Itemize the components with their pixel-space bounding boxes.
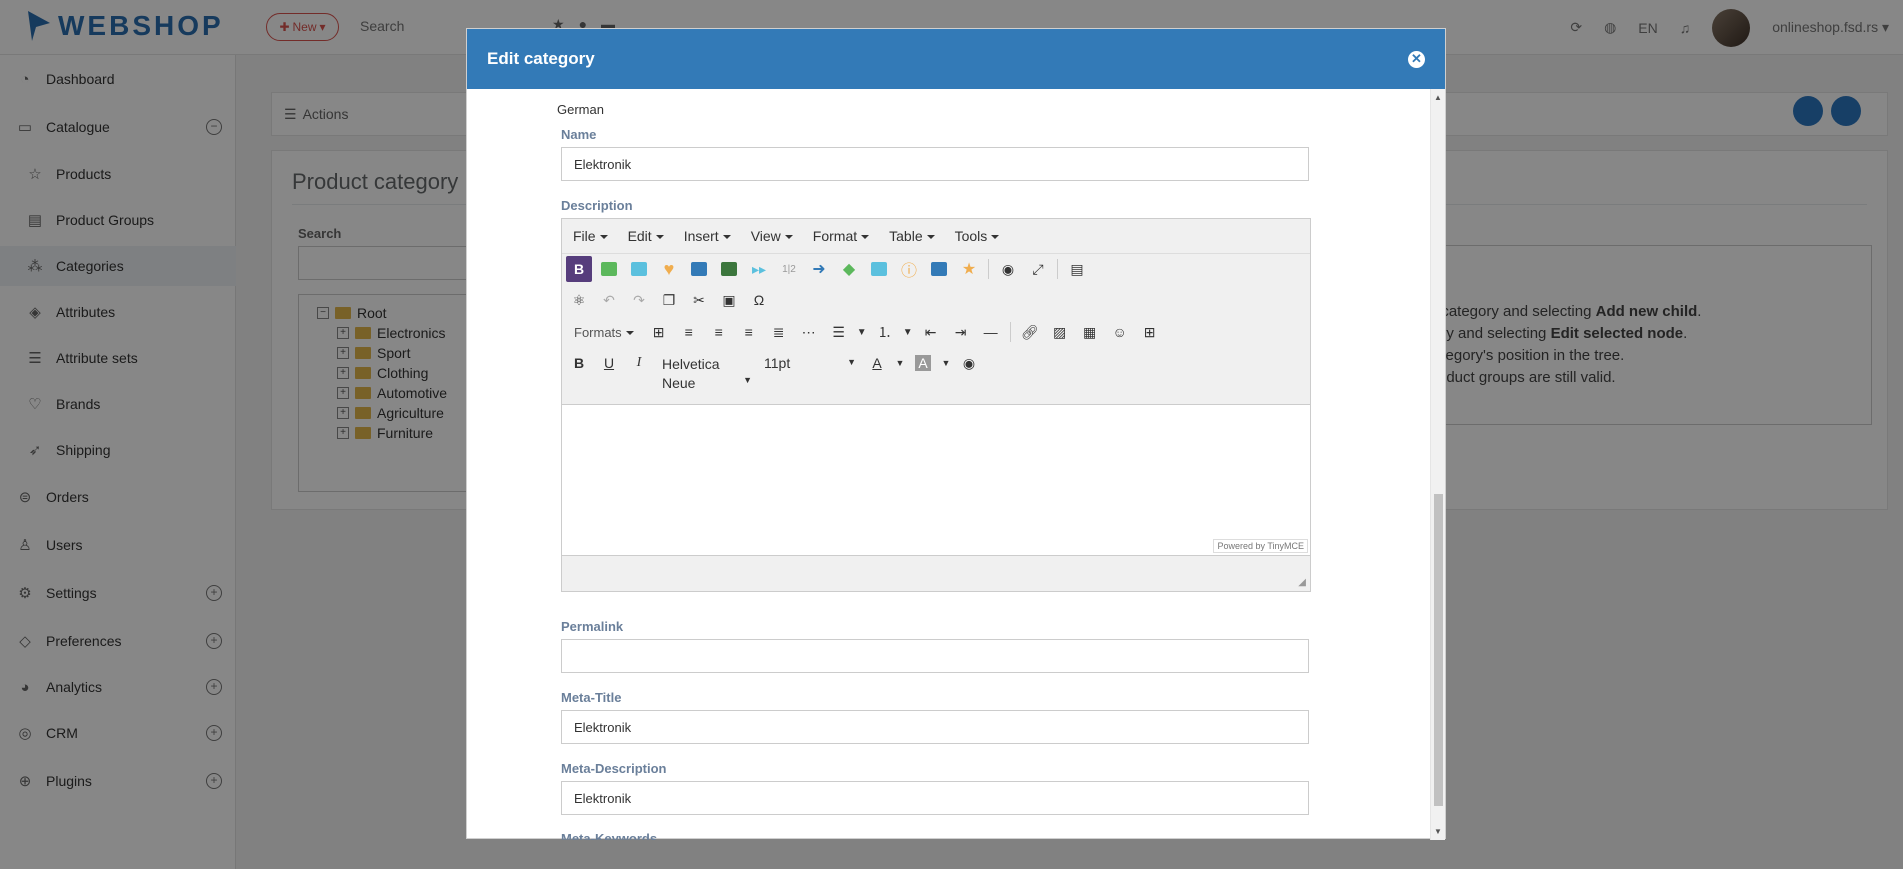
numbered-list-icon[interactable]: ⒈ bbox=[870, 318, 900, 346]
font-family-value: Helvetica Neue bbox=[662, 356, 720, 391]
resize-handle-icon[interactable]: ◢ bbox=[1298, 577, 1306, 588]
underline-icon[interactable]: U bbox=[594, 349, 624, 377]
heart-icon[interactable]: ♥ bbox=[654, 255, 684, 283]
media-icon[interactable]: ▦ bbox=[1075, 318, 1105, 346]
powered-by-label: Powered by TinyMCE bbox=[1213, 539, 1308, 553]
modal-scrollbar[interactable]: ▲ ▼ bbox=[1430, 89, 1445, 840]
label-icon[interactable]: ◆ bbox=[834, 255, 864, 283]
meta-description-label: Meta-Description bbox=[561, 761, 667, 776]
template-icon[interactable] bbox=[714, 255, 744, 283]
toolbar-separator bbox=[1057, 259, 1058, 279]
panel-icon[interactable] bbox=[924, 255, 954, 283]
fullscreen-icon[interactable]: ⤢ bbox=[1023, 255, 1053, 283]
chevron-down-icon[interactable]: ▼ bbox=[900, 318, 916, 346]
menu-edit[interactable]: Edit bbox=[628, 228, 664, 244]
scroll-down-icon[interactable]: ▼ bbox=[1434, 827, 1442, 836]
meta-keywords-label: Meta-Keywords bbox=[561, 831, 658, 840]
meta-title-input-value: Elektronik bbox=[574, 719, 632, 735]
undo-icon[interactable]: ↶ bbox=[594, 286, 624, 314]
editor-content-area[interactable]: Powered by TinyMCE bbox=[562, 404, 1310, 556]
chevron-down-icon[interactable]: ▼ bbox=[938, 349, 954, 377]
editor-toolbar-1: B ♥ ▸▸ 1|2 ➜ ◆ ⓘ ★ ◉ ⤢ ▤ bbox=[564, 255, 1092, 283]
horizontal-rule-icon[interactable]: — bbox=[976, 318, 1006, 346]
editor-toolbar-4: B U I Helvetica Neue ▼ 11pt ▼ A ▼ A ▼ ◉ bbox=[564, 349, 984, 399]
print-icon[interactable]: ▤ bbox=[1062, 255, 1092, 283]
alert-icon[interactable] bbox=[594, 255, 624, 283]
menu-insert[interactable]: Insert bbox=[684, 228, 731, 244]
special-char-icon[interactable]: Ω bbox=[744, 286, 774, 314]
name-input[interactable]: Elektronik bbox=[561, 147, 1309, 181]
name-label: Name bbox=[561, 127, 597, 142]
meta-description-input[interactable]: Elektronik bbox=[561, 781, 1309, 815]
chevron-down-icon: ▼ bbox=[743, 375, 752, 385]
preview-icon[interactable]: ◉ bbox=[954, 349, 984, 377]
align-center-icon[interactable]: ≡ bbox=[704, 318, 734, 346]
paste-icon[interactable]: ▣ bbox=[714, 286, 744, 314]
text-color-icon[interactable]: A bbox=[862, 349, 892, 377]
formats-dropdown[interactable]: Formats bbox=[564, 325, 644, 340]
visual-blocks-icon[interactable]: ⚛ bbox=[564, 286, 594, 314]
italic-icon[interactable]: I bbox=[624, 349, 654, 377]
modal-header: Edit category ✕ bbox=[467, 29, 1445, 89]
description-label: Description bbox=[561, 198, 633, 213]
align-left-icon[interactable]: ≡ bbox=[674, 318, 704, 346]
outdent-icon[interactable]: ⇤ bbox=[916, 318, 946, 346]
pagination-icon[interactable]: 1|2 bbox=[774, 255, 804, 283]
edit-category-modal: Edit category ✕ German Name Elektronik D… bbox=[466, 28, 1446, 840]
scrollbar-thumb[interactable] bbox=[1434, 494, 1443, 806]
meta-title-label: Meta-Title bbox=[561, 690, 622, 705]
permalink-input[interactable] bbox=[561, 639, 1309, 673]
menu-tools[interactable]: Tools bbox=[955, 228, 1000, 244]
font-size-dropdown[interactable]: 11pt ▼ bbox=[754, 349, 862, 377]
menu-file[interactable]: File bbox=[573, 228, 608, 244]
chevron-down-icon[interactable]: ▼ bbox=[892, 349, 908, 377]
preview-icon[interactable]: ◉ bbox=[993, 255, 1023, 283]
modal-body: German Name Elektronik Description File … bbox=[467, 89, 1431, 840]
chevron-down-icon: ▼ bbox=[847, 357, 856, 367]
menu-format[interactable]: Format bbox=[813, 228, 869, 244]
chevron-down-icon[interactable]: ▼ bbox=[854, 318, 870, 346]
button-icon[interactable]: ➜ bbox=[804, 255, 834, 283]
menu-table[interactable]: Table bbox=[889, 228, 934, 244]
star-icon[interactable]: ★ bbox=[954, 255, 984, 283]
font-family-dropdown[interactable]: Helvetica Neue ▼ bbox=[654, 349, 754, 399]
meta-title-input[interactable]: Elektronik bbox=[561, 710, 1309, 744]
table-icon[interactable] bbox=[684, 255, 714, 283]
bold-icon[interactable]: B bbox=[564, 349, 594, 377]
find-replace-icon[interactable]: ⊞ bbox=[644, 318, 674, 346]
redo-icon[interactable]: ↷ bbox=[624, 286, 654, 314]
modal-title: Edit category bbox=[487, 49, 595, 68]
image-icon[interactable] bbox=[624, 255, 654, 283]
emoticons-icon[interactable]: ☺ bbox=[1105, 318, 1135, 346]
insert-table-icon[interactable]: ⊞ bbox=[1135, 318, 1165, 346]
language-label: German bbox=[557, 102, 604, 117]
background-color-icon[interactable]: A bbox=[908, 349, 938, 377]
badge-icon[interactable] bbox=[864, 255, 894, 283]
editor-toolbar-3: Formats ⊞ ≡ ≡ ≡ ≣ ⋯ ☰ ▼ ⒈ ▼ ⇤ ⇥ — 🔗︎ ▨ ▦… bbox=[564, 318, 1165, 346]
font-size-value: 11pt bbox=[764, 355, 791, 371]
toolbar-separator bbox=[1009, 322, 1011, 342]
name-input-value: Elektronik bbox=[574, 156, 632, 172]
bootstrap-icon[interactable]: B bbox=[564, 255, 594, 283]
cut-icon[interactable]: ✂ bbox=[684, 286, 714, 314]
page-break-icon[interactable]: ⋯ bbox=[794, 318, 824, 346]
align-right-icon[interactable]: ≡ bbox=[734, 318, 764, 346]
menu-view[interactable]: View bbox=[751, 228, 793, 244]
rich-text-editor: File Edit Insert View Format Table Tools… bbox=[561, 218, 1311, 592]
breadcrumb-icon[interactable]: ▸▸ bbox=[744, 255, 774, 283]
toolbar-separator bbox=[988, 259, 989, 279]
warning-icon[interactable]: ⓘ bbox=[894, 255, 924, 283]
indent-icon[interactable]: ⇥ bbox=[946, 318, 976, 346]
align-justify-icon[interactable]: ≣ bbox=[764, 318, 794, 346]
copy-icon[interactable]: ❐ bbox=[654, 286, 684, 314]
scroll-up-icon[interactable]: ▲ bbox=[1434, 93, 1442, 102]
close-icon[interactable]: ✕ bbox=[1408, 50, 1425, 68]
editor-toolbar-2: ⚛ ↶ ↷ ❐ ✂ ▣ Ω bbox=[564, 286, 774, 314]
link-icon[interactable]: 🔗︎ bbox=[1015, 318, 1045, 346]
meta-description-input-value: Elektronik bbox=[574, 790, 632, 806]
permalink-label: Permalink bbox=[561, 619, 624, 634]
bullet-list-icon[interactable]: ☰ bbox=[824, 318, 854, 346]
insert-image-icon[interactable]: ▨ bbox=[1045, 318, 1075, 346]
editor-menubar: File Edit Insert View Format Table Tools bbox=[562, 219, 1310, 254]
